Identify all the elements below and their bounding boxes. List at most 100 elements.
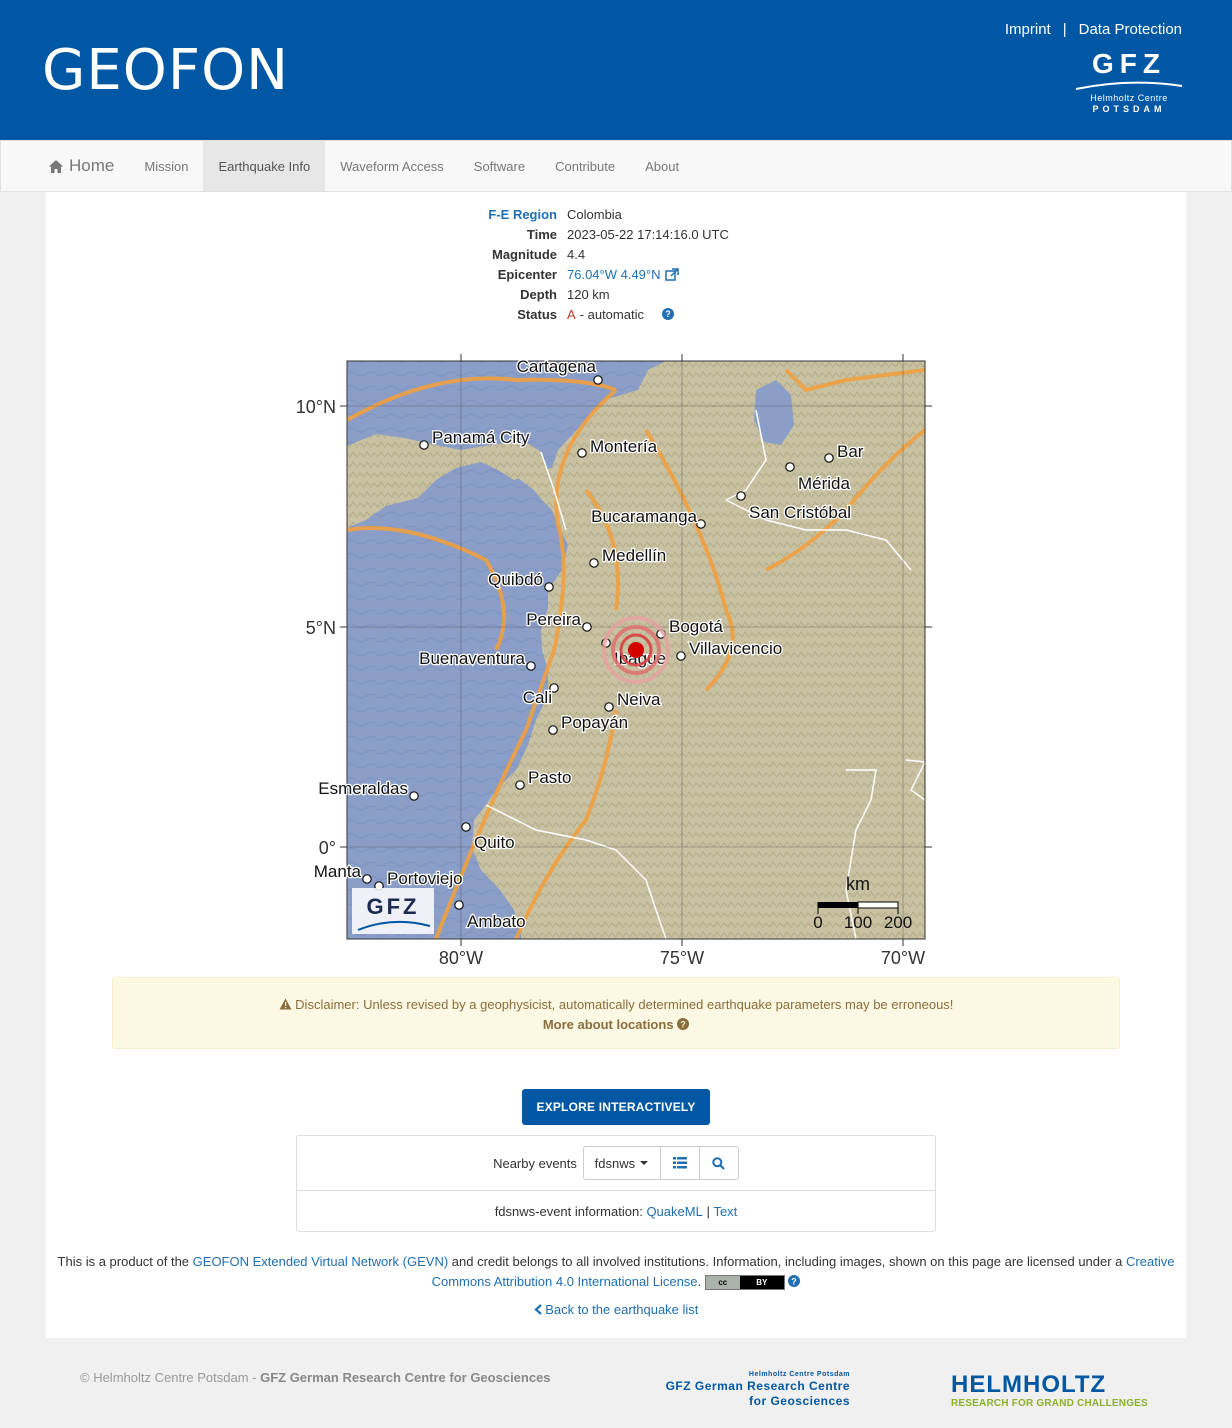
svg-text:?: ? [792, 1277, 798, 1287]
nav-waveform-access[interactable]: Waveform Access [325, 141, 459, 191]
depth-label: Depth [520, 286, 557, 302]
explore-interactively-button[interactable]: EXPLORE INTERACTIVELY [522, 1089, 710, 1125]
question-circle-icon[interactable]: ? [677, 1018, 690, 1030]
cc-by-badge[interactable]: cc BY [704, 1275, 785, 1291]
nav-home-label: Home [69, 156, 115, 175]
event-map[interactable]: 10°N 5°N 0° 80°W 75°W 70°W Cartagena Pana… [286, 350, 946, 972]
city-label-panama-city: Panamá City [432, 428, 530, 447]
search-button[interactable] [699, 1146, 739, 1180]
cc-badge-right: BY [756, 1277, 768, 1287]
info-row-time: Time 2023-05-22 17:14:16.0 UTC [46, 224, 1186, 244]
city-label-quibdo: Quibdó [488, 570, 543, 589]
site-title[interactable]: GEOFON [42, 38, 289, 103]
imprint-link[interactable]: Imprint [1005, 21, 1051, 38]
city-marker-medellin [589, 558, 599, 568]
search-icon [712, 1156, 726, 1170]
gfz-logo[interactable]: GFZ Helmholtz Centre POTSDAM [1074, 50, 1184, 115]
disclaimer-box: Disclaimer: Unless revised by a geophysi… [112, 977, 1120, 1049]
scale-tick-0: 0 [813, 913, 822, 932]
gfz-footer-small: Helmholtz Centre Potsdam [748, 1371, 850, 1378]
lat-label-5n: 5°N [306, 618, 336, 638]
back-to-list-link[interactable]: Back to the earthquake list [533, 1302, 698, 1317]
city-label-merida: Mérida [798, 474, 851, 493]
list-button[interactable] [660, 1146, 700, 1180]
city-label-neiva: Neiva [617, 690, 661, 709]
epicenter-link[interactable]: 76.04°W 4.49°N [567, 267, 661, 282]
city-marker-neiva [604, 702, 614, 712]
city-marker-ambato [454, 900, 464, 910]
site-header: GEOFON Imprint | Data Protection GFZ Hel… [0, 0, 1232, 140]
license-help-icon[interactable]: ? [788, 1275, 801, 1287]
copyright-prefix: © Helmholtz Centre Potsdam - [80, 1370, 261, 1385]
main-content: F-E Region Colombia Time 2023-05-22 17:1… [46, 192, 1186, 1338]
status-label: Status [517, 306, 557, 322]
scale-tick-200: 200 [884, 913, 912, 932]
home-icon [49, 159, 63, 173]
nearby-events-label: Nearby events [493, 1155, 577, 1171]
city-label-popayan: Popayán [561, 713, 628, 732]
lon-label-80w: 80°W [439, 948, 483, 968]
product-mid: and credit belongs to all involved insti… [448, 1254, 1127, 1269]
city-label-manta: Manta [314, 862, 362, 881]
depth-value: 120 km [567, 286, 610, 302]
top-links: Imprint | Data Protection [1005, 21, 1182, 38]
list-icon [672, 1157, 687, 1169]
city-marker-panama-city [419, 440, 429, 450]
magnitude-value: 4.4 [567, 246, 586, 262]
fdsnws-info-label: fdsnws-event information: [494, 1203, 643, 1219]
gevn-link[interactable]: GEOFON Extended Virtual Network (GEVN) [193, 1254, 449, 1269]
region-value: Colombia [567, 206, 622, 222]
service-dropdown[interactable]: fdsnws [582, 1146, 661, 1180]
city-marker-pasto [515, 780, 525, 790]
scale-unit: km [846, 874, 870, 894]
text-link[interactable]: Text [713, 1204, 737, 1219]
city-marker-cartagena [593, 375, 603, 385]
city-marker-manta [362, 874, 372, 884]
nav-home[interactable]: Home [33, 141, 129, 191]
gfz-footer-line2: for Geosciences [749, 1394, 850, 1408]
city-label-pereira: Pereira [526, 610, 581, 629]
cc-badge-left: cc [705, 1276, 740, 1290]
time-value: 2023-05-22 17:14:16.0 UTC [567, 226, 729, 242]
city-marker-bar [824, 453, 834, 463]
lat-label-0: 0° [319, 838, 336, 858]
city-label-medellin: Medellín [602, 546, 666, 565]
city-marker-villavicencio [676, 651, 686, 661]
gfz-footer-line1: GFZ German Research Centre [665, 1379, 850, 1393]
nav-software[interactable]: Software [459, 141, 540, 191]
more-about-locations-link[interactable]: More about locations [543, 1017, 674, 1032]
city-label-esmeraldas: Esmeraldas [318, 779, 408, 798]
lon-label-70w: 70°W [881, 948, 925, 968]
epicenter-marker[interactable] [602, 616, 670, 684]
nav-about[interactable]: About [630, 141, 694, 191]
nav-contribute[interactable]: Contribute [540, 141, 630, 191]
chevron-left-icon [533, 1304, 542, 1315]
city-marker-buenaventura [526, 661, 536, 671]
gfz-footer-logo[interactable]: Helmholtz Centre Potsdam GFZ German Rese… [650, 1370, 850, 1409]
service-dropdown-value: fdsnws [594, 1155, 636, 1171]
city-label-bogota: Bogotá [669, 617, 723, 636]
helmholtz-logo-text: HELMHOLTZ [951, 1371, 1107, 1398]
gfz-logo-sub1: Helmholtz Centre [1090, 93, 1168, 103]
main-nav: Home Mission Earthquake Info Waveform Ac… [0, 140, 1232, 192]
quakeml-link[interactable]: QuakeML [646, 1204, 702, 1219]
nav-mission[interactable]: Mission [129, 141, 203, 191]
status-help-icon[interactable]: ? [661, 308, 674, 320]
gfz-logo-text: GFZ [1092, 48, 1166, 79]
helmholtz-logo[interactable]: HELMHOLTZ RESEARCH FOR GRAND CHALLENGES [951, 1372, 1148, 1410]
back-link-row: Back to the earthquake list [46, 1302, 1186, 1317]
city-marker-quibdo [544, 582, 554, 592]
data-protection-link[interactable]: Data Protection [1079, 21, 1182, 38]
warning-icon [279, 998, 292, 1010]
city-label-monteria: Montería [590, 437, 658, 456]
license-text: This is a product of the GEOFON Extended… [46, 1252, 1186, 1292]
external-link-icon[interactable] [664, 267, 679, 281]
city-label-portoviejo: Portoviejo [387, 869, 463, 888]
nav-earthquake-info[interactable]: Earthquake Info [203, 141, 326, 191]
city-label-bucaramanga: Bucaramanga [591, 507, 697, 526]
map-svg: 10°N 5°N 0° 80°W 75°W 70°W Cartagena Pana… [296, 354, 932, 968]
epicenter-dot [628, 642, 644, 658]
city-label-cali: Cali [523, 688, 552, 707]
product-prefix: This is a product of the [57, 1254, 193, 1269]
region-label-link[interactable]: F-E Region [488, 207, 557, 222]
